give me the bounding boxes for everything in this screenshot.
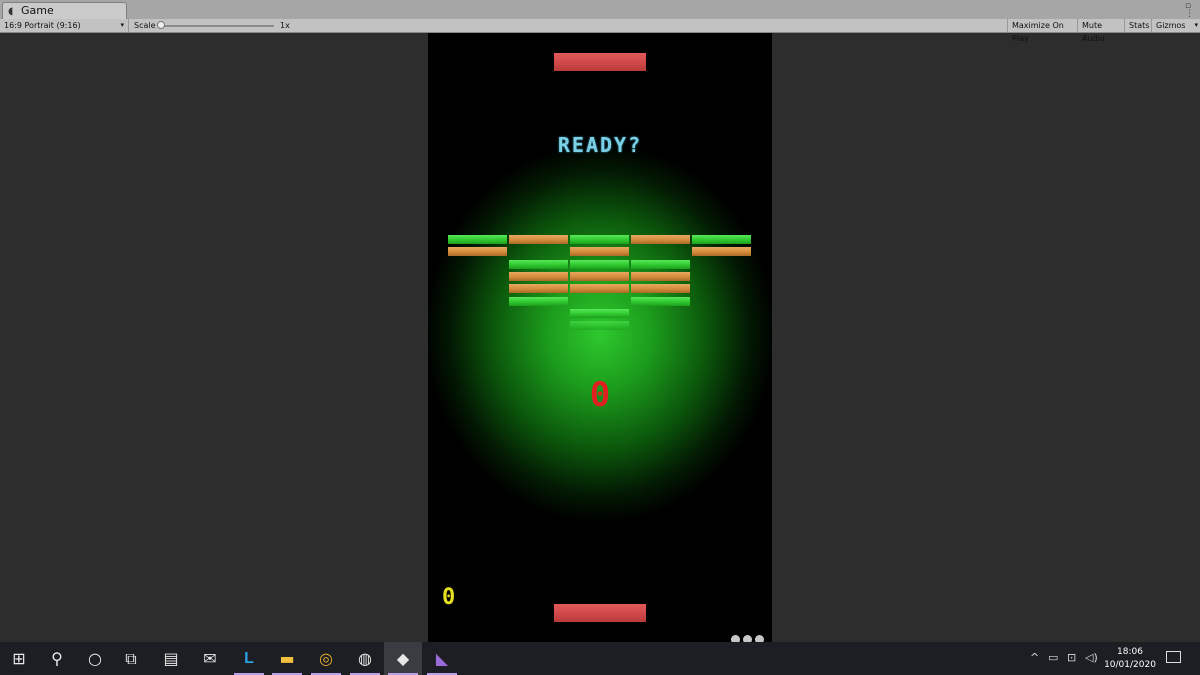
game-tab[interactable]: ◖ Game: [2, 2, 127, 19]
chevron-up-icon[interactable]: ^: [1030, 651, 1039, 664]
clock[interactable]: 18:06 10/01/2020: [1100, 646, 1160, 672]
notifications-icon[interactable]: [1166, 651, 1181, 663]
obs-icon[interactable]: ◍: [346, 642, 384, 675]
more-options-icon[interactable]: [728, 629, 764, 642]
clock-date: 10/01/2020: [1104, 660, 1156, 670]
scale-slider-thumb[interactable]: [157, 21, 165, 29]
brick-orange: [631, 235, 690, 244]
taskbar: ⊞ ⚲ ○ ⧉ ▤ ✉ L ▬ ◎ ◍ ◆ ◣ ^ ▭ ⊡ ◁) 18:06 10/01/2020: [0, 642, 1200, 675]
clock-time: 18:06: [1117, 647, 1143, 657]
scale-value: 1x: [280, 21, 290, 30]
dot: [743, 635, 752, 642]
brick-orange: [692, 247, 751, 257]
brick-green: [692, 235, 751, 244]
unity-icon[interactable]: ◆: [384, 642, 422, 675]
l-app-icon[interactable]: L: [230, 642, 268, 675]
cortana-icon[interactable]: ○: [76, 642, 114, 675]
center-score: 0: [589, 375, 611, 415]
battery-icon[interactable]: ▭: [1048, 651, 1058, 664]
gizmos-label: Gizmos: [1156, 21, 1186, 30]
start-icon[interactable]: ⊞: [0, 642, 38, 675]
task-view-icon[interactable]: ⧉: [112, 642, 150, 675]
dot: [731, 635, 740, 642]
dot: [755, 635, 764, 642]
scale-slider-track[interactable]: [162, 25, 274, 27]
brick-green: [509, 296, 568, 306]
ready-text: READY?: [557, 133, 643, 157]
brick-orange: [509, 271, 568, 281]
brick-orange: [631, 284, 690, 294]
brick-orange: [509, 284, 568, 294]
brick-orange: [448, 247, 507, 257]
brick-green: [570, 235, 629, 244]
editor-tab-bar: ◖ Game ▫ ⋮: [0, 0, 1200, 20]
brick-green: [509, 259, 568, 269]
unity-logo-icon: ◖: [8, 6, 14, 17]
chrome-icon[interactable]: ◎: [307, 642, 345, 675]
visual-studio-icon[interactable]: ◣: [423, 642, 461, 675]
brick-green: [448, 235, 507, 244]
brick-green: [631, 259, 690, 269]
file-explorer-icon[interactable]: ▬: [268, 642, 306, 675]
player-paddle[interactable]: [554, 604, 646, 622]
brick-green: [631, 296, 690, 306]
game-view-toolbar: 16:9 Portrait (9:16) ▾ Scale 1x Maximize…: [0, 19, 1200, 43]
brick-green: [570, 321, 629, 331]
dropdown-arrow-icon: ▾: [120, 21, 124, 29]
brick-orange: [509, 235, 568, 244]
aspect-dropdown[interactable]: 16:9 Portrait (9:16) ▾: [0, 19, 129, 32]
tab-menu-icon[interactable]: ▫ ⋮: [1185, 2, 1194, 19]
brick-orange: [631, 271, 690, 281]
mute-audio-toggle[interactable]: Mute Audio: [1078, 19, 1125, 43]
scale-label: Scale: [134, 21, 156, 30]
gizmos-dropdown[interactable]: Gizmos ▾: [1152, 19, 1200, 32]
game-tab-label: Game: [21, 4, 54, 17]
dropdown-arrow-icon: ▾: [1194, 21, 1198, 29]
aspect-label: 16:9 Portrait (9:16): [4, 21, 81, 30]
top-paddle: [554, 53, 646, 71]
volume-icon[interactable]: ◁): [1085, 651, 1098, 664]
game-view[interactable]: READY? 0 0: [428, 33, 772, 642]
brick-orange: [570, 284, 629, 294]
brick-orange: [570, 271, 629, 281]
network-icon[interactable]: ⊡: [1067, 651, 1076, 664]
stats-toggle[interactable]: Stats: [1125, 19, 1152, 32]
mail-icon[interactable]: ✉: [191, 642, 229, 675]
maximize-on-play-toggle[interactable]: Maximize On Play: [1007, 19, 1078, 43]
brick-green: [570, 308, 629, 318]
file-transfer-icon[interactable]: ▤: [152, 642, 190, 675]
brick-orange: [570, 247, 629, 257]
search-icon[interactable]: ⚲: [38, 642, 76, 675]
player-score: 0: [442, 585, 456, 610]
brick-green: [570, 259, 629, 269]
